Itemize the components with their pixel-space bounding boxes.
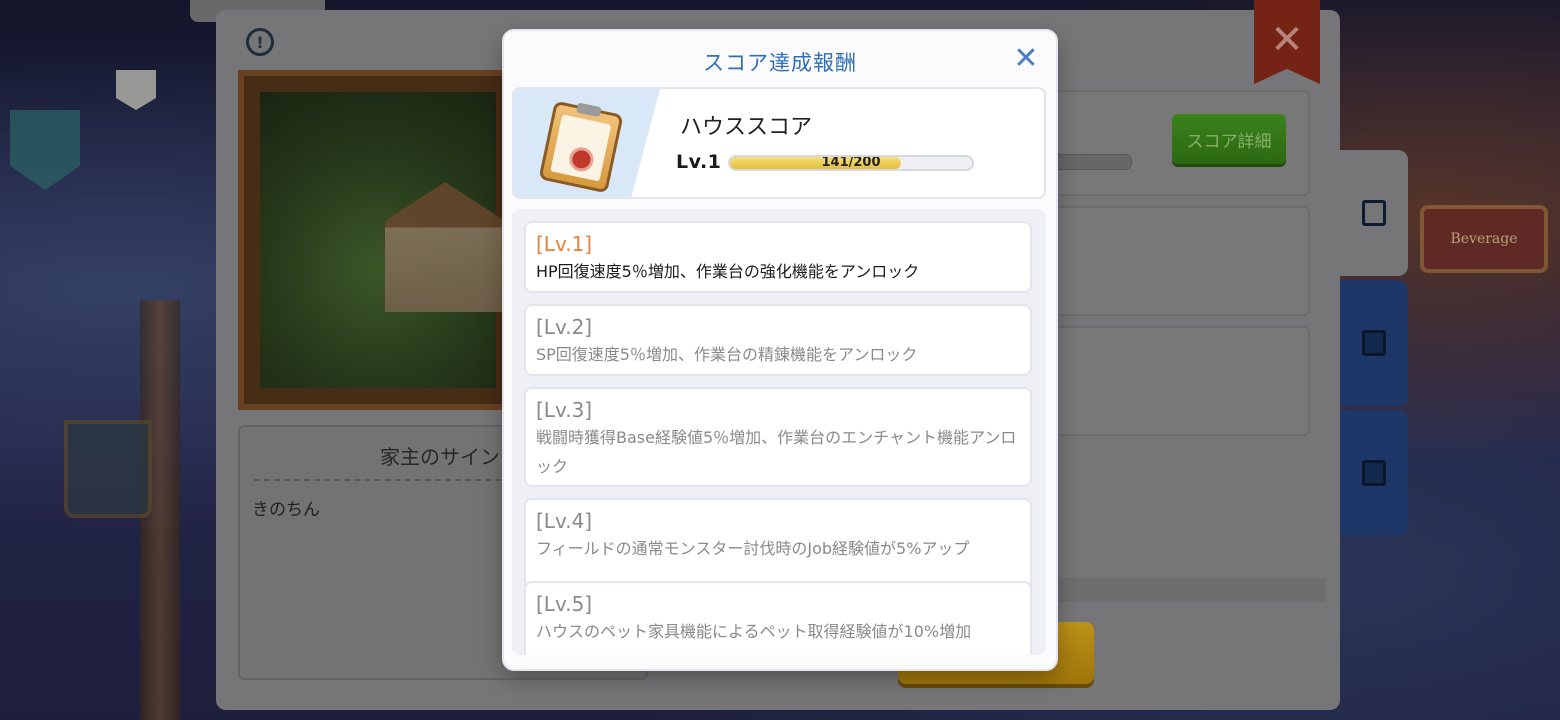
reward-description: HP回復速度5％増加、作業台の強化機能をアンロック bbox=[536, 262, 920, 281]
seal-icon bbox=[567, 145, 596, 174]
score-reward-modal: スコア達成報酬 ✕ ハウススコア Lv.1 141/200 [Lv.1] HP回… bbox=[504, 31, 1056, 669]
reward-level: [Lv.4] bbox=[536, 509, 593, 533]
reward-item-lv5: [Lv.5] ハウスのペット家具機能によるペット取得経験値が10%増加 bbox=[524, 581, 1032, 655]
close-icon[interactable]: ✕ bbox=[1012, 44, 1040, 74]
score-progress-text: 141/200 bbox=[821, 155, 881, 170]
reward-description: フィールドの通常モンスター討伐時のJob経験値が5%アップ bbox=[536, 539, 970, 558]
reward-item-lv3: [Lv.3] 戦闘時獲得Base経験値5％増加、作業台のエンチャント機能アンロッ… bbox=[524, 387, 1032, 487]
score-progress-bar: 141/200 bbox=[728, 155, 974, 171]
house-score-label: ハウススコア bbox=[680, 115, 813, 140]
clipboard-paper bbox=[550, 114, 612, 182]
reward-description: SP回復速度5％増加、作業台の精錬機能をアンロック bbox=[536, 345, 918, 364]
modal-title: スコア達成報酬 bbox=[703, 51, 857, 75]
reward-list[interactable]: [Lv.1] HP回復速度5％増加、作業台の強化機能をアンロック [Lv.2] … bbox=[512, 209, 1046, 655]
current-level: Lv.1 bbox=[676, 151, 722, 173]
header-art bbox=[514, 89, 660, 197]
reward-level: [Lv.3] bbox=[536, 398, 593, 422]
reward-description: 戦闘時獲得Base経験値5％増加、作業台のエンチャント機能アンロック bbox=[536, 428, 1017, 476]
reward-item-lv2: [Lv.2] SP回復速度5％増加、作業台の精錬機能をアンロック bbox=[524, 304, 1032, 376]
reward-level: [Lv.1] bbox=[536, 232, 593, 256]
reward-item-lv4: [Lv.4] フィールドの通常モンスター討伐時のJob経験値が5%アップ bbox=[524, 498, 1032, 594]
reward-level: [Lv.2] bbox=[536, 315, 593, 339]
reward-description: ハウスのペット家具機能によるペット取得経験値が10%増加 bbox=[536, 622, 972, 641]
clipboard-icon bbox=[538, 100, 624, 194]
house-score-header: ハウススコア Lv.1 141/200 bbox=[512, 87, 1046, 199]
clipboard-clip bbox=[576, 102, 602, 118]
reward-level: [Lv.5] bbox=[536, 592, 593, 616]
reward-item-lv1: [Lv.1] HP回復速度5％増加、作業台の強化機能をアンロック bbox=[524, 221, 1032, 293]
